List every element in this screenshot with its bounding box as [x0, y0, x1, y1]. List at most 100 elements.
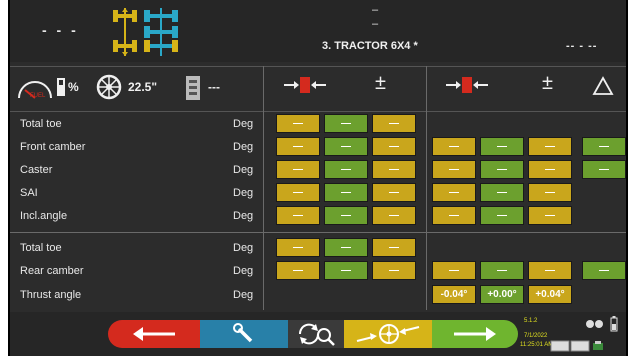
row-unit: Deg: [233, 265, 254, 277]
incl-angle-left-value: —: [324, 206, 368, 225]
thrust-angle-value: +0.00°: [480, 285, 524, 304]
incl-angle-left-max: —: [372, 206, 416, 225]
total-toe-rear-max: —: [372, 238, 416, 257]
front-camber-delta: —: [582, 137, 626, 156]
row-unit: Deg: [233, 210, 254, 222]
total-toe-rear-value: —: [324, 238, 368, 257]
front-camber-right-max: —: [528, 137, 572, 156]
svg-text:FUEL: FUEL: [30, 93, 46, 99]
row-label: Caster: [20, 164, 53, 176]
sai-left-max: —: [372, 183, 416, 202]
total-toe-front-value: —: [324, 114, 368, 133]
sai-right-min: —: [432, 183, 476, 202]
row-unit: Deg: [233, 187, 254, 199]
software-version: 5.1.2: [524, 318, 538, 324]
rear-tolerance-icon: ±: [542, 72, 553, 94]
header-right-value: -- - --: [566, 40, 598, 52]
app-frame: - - - – – 3. TRACTOR 6X4 * -- - -- FUEL …: [8, 0, 628, 356]
caster-left-value: —: [324, 160, 368, 179]
date-display: 7/1/2022: [524, 333, 548, 339]
total-toe-front-min: —: [276, 114, 320, 133]
battery-icon: [610, 316, 618, 332]
spec-value: ---: [208, 80, 220, 94]
front-camber-right-value: —: [480, 137, 524, 156]
row-unit: Deg: [233, 289, 254, 301]
front-camber-right-min: —: [432, 137, 476, 156]
bluetooth-icon: [586, 320, 603, 328]
bottom-toolbar: 5.1.2 7/1/2022 11:25:01 AM: [10, 312, 626, 356]
header-left-value: - - -: [42, 22, 79, 38]
row-label: Front camber: [20, 141, 86, 153]
fuel-percent-label: %: [68, 80, 79, 94]
caster-right-max: —: [528, 160, 572, 179]
row-unit: Deg: [233, 164, 254, 176]
thrust-angle-min: -0.04°: [432, 285, 476, 304]
arrow-left-icon: [133, 327, 175, 341]
rear-camber-left-value: —: [324, 261, 368, 280]
column-divider: [263, 66, 264, 310]
thrust-angle-max: +0.04°: [528, 285, 572, 304]
back-button[interactable]: [108, 320, 200, 348]
tools-button[interactable]: [200, 320, 288, 348]
row-label: Thrust angle: [20, 289, 82, 301]
front-tolerance-icon: ±: [375, 72, 386, 94]
front-camber-left-min: —: [276, 137, 320, 156]
incl-angle-right-value: —: [480, 206, 524, 225]
row-unit: Deg: [233, 141, 254, 153]
wrench-icon: [233, 323, 253, 343]
delta-icon: [592, 76, 614, 95]
sai-right-max: —: [528, 183, 572, 202]
row-label: Rear camber: [20, 265, 84, 277]
vehicle-spec-icon: [186, 76, 200, 100]
front-camber-left-value: —: [324, 137, 368, 156]
incl-angle-left-min: —: [276, 206, 320, 225]
total-toe-front-max: —: [372, 114, 416, 133]
row-unit: Deg: [233, 242, 254, 254]
vehicle-title: 3. TRACTOR 6X4 *: [322, 40, 418, 52]
incl-angle-right-min: —: [432, 206, 476, 225]
rear-camber-left-min: —: [276, 261, 320, 280]
rear-camber-delta: —: [582, 261, 626, 280]
header-top-mark-2: –: [372, 18, 379, 30]
sai-right-value: —: [480, 183, 524, 202]
fuel-gauge-icon: FUEL: [18, 81, 52, 99]
refresh-search-icon: [298, 323, 335, 346]
rear-camber-right-min: —: [432, 261, 476, 280]
total-toe-rear-min: —: [276, 238, 320, 257]
rear-axle-icon: [144, 8, 178, 56]
rear-camber-right-value: —: [480, 261, 524, 280]
column-divider: [426, 66, 427, 310]
caster-left-min: —: [276, 160, 320, 179]
time-display: 11:25:01 AM: [520, 342, 554, 348]
printer-icon[interactable]: [592, 340, 604, 352]
front-camber-left-max: —: [372, 137, 416, 156]
rear-measured-icon: [446, 77, 488, 93]
header-top-mark: –: [372, 4, 379, 16]
wheel-size-value: 22.5": [128, 80, 158, 94]
rear-camber-left-max: —: [372, 261, 416, 280]
row-label: Incl.angle: [20, 210, 68, 222]
caster-right-value: —: [480, 160, 524, 179]
caster-right-min: —: [432, 160, 476, 179]
row-label: Total toe: [20, 242, 62, 254]
rear-camber-right-max: —: [528, 261, 572, 280]
row-label: Total toe: [20, 118, 62, 130]
header: - - - – – 3. TRACTOR 6X4 * -- - --: [10, 0, 626, 62]
fuel-pump-icon: [57, 78, 65, 96]
caster-left-max: —: [372, 160, 416, 179]
next-button[interactable]: [432, 320, 518, 348]
sai-left-min: —: [276, 183, 320, 202]
row-unit: Deg: [233, 118, 254, 130]
adjust-wheel-button[interactable]: [344, 320, 432, 348]
keyboard-icon[interactable]: [550, 340, 590, 352]
front-measured-icon: [284, 77, 326, 93]
wheel-icon: [96, 74, 122, 100]
caster-delta: —: [582, 160, 626, 179]
incl-angle-right-max: —: [528, 206, 572, 225]
row-label: SAI: [20, 187, 38, 199]
refresh-search-button[interactable]: [288, 320, 344, 348]
wheel-adjust-icon: [356, 324, 420, 344]
arrow-right-icon: [454, 327, 496, 341]
front-axle-icon: [113, 8, 137, 56]
sai-left-value: —: [324, 183, 368, 202]
